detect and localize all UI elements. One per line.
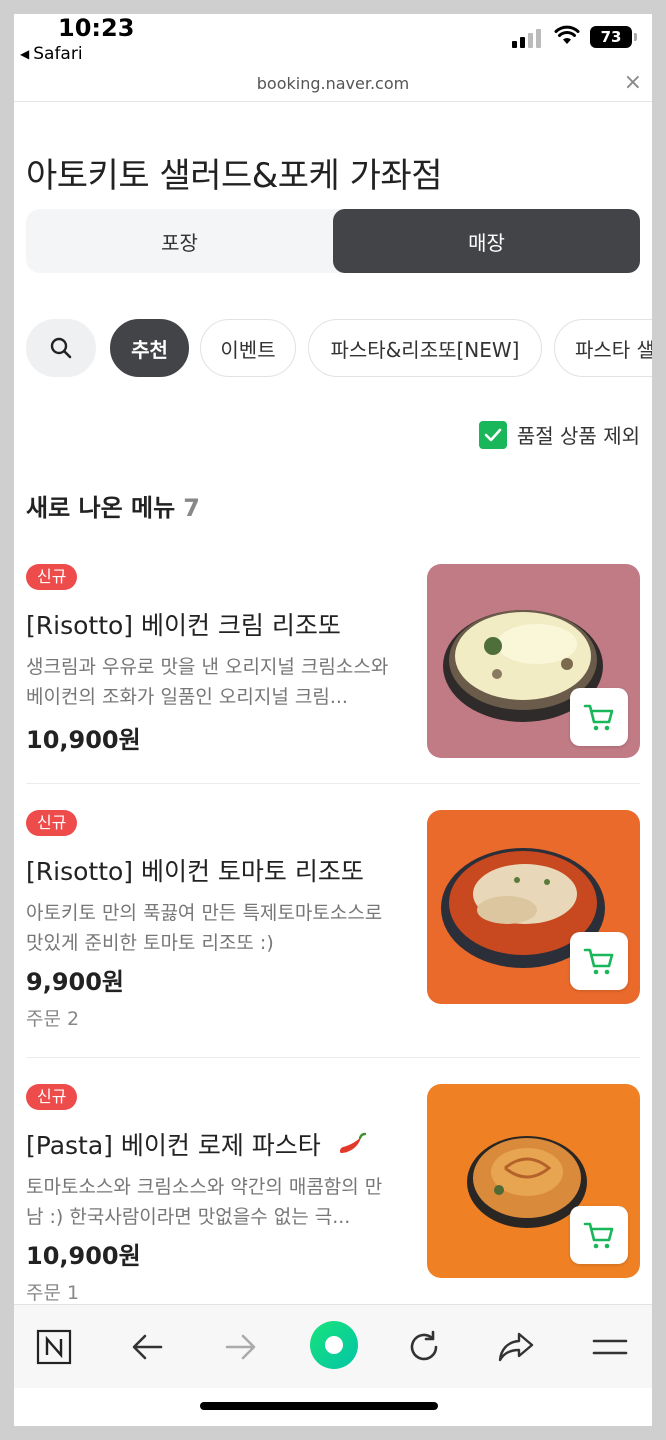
category-chip-pasta-salad[interactable]: 파스타 샐러드 bbox=[554, 319, 652, 377]
category-chip-pasta-risotto[interactable]: 파스타&리조또[NEW] bbox=[308, 319, 542, 377]
battery-level: 73 bbox=[600, 28, 622, 46]
menu-item-price: 10,900원 bbox=[26, 1242, 141, 1270]
naver-n-icon bbox=[36, 1329, 72, 1365]
naver-green-button-icon bbox=[310, 1321, 358, 1369]
menu-item[interactable]: 신규 [Risotto] 베이컨 토마토 리조또 아토키토 만의 푹끓여 만든 … bbox=[26, 810, 640, 1040]
category-chip-recommended[interactable]: 추천 bbox=[110, 319, 189, 377]
naver-home-button[interactable] bbox=[30, 1323, 78, 1371]
section-count: 7 bbox=[183, 494, 200, 522]
share-icon bbox=[498, 1332, 534, 1362]
add-to-cart-button[interactable] bbox=[570, 1206, 628, 1264]
menu-item-name-text: [Pasta] 베이컨 로제 파스타 bbox=[26, 1131, 321, 1160]
page-content: 아토키토 샐러드&포케 가좌점 포장 매장 추천 이벤트 파스타&리조또[NEW… bbox=[14, 102, 652, 1302]
exclude-sold-out-toggle[interactable]: 품절 상품 제외 bbox=[478, 420, 640, 449]
menu-item-description: 생크림과 우유로 맛을 낸 오리지널 크림소스와 베이컨의 조화가 일품인 오리… bbox=[26, 656, 389, 708]
browser-toolbar bbox=[14, 1304, 652, 1388]
checkbox-checked-icon[interactable] bbox=[478, 420, 507, 449]
menu-item-description: 토마토소스와 크림소스와 약간의 매콤함의 만남 :) 한국사람이라면 맛없을수… bbox=[26, 1176, 383, 1228]
category-chip-event[interactable]: 이벤트 bbox=[200, 319, 296, 377]
wifi-icon bbox=[554, 25, 580, 44]
new-badge: 신규 bbox=[26, 1084, 78, 1110]
new-badge: 신규 bbox=[26, 810, 78, 836]
back-arrow-icon bbox=[132, 1334, 163, 1360]
url-text[interactable]: booking.naver.com bbox=[14, 74, 652, 93]
divider bbox=[26, 783, 640, 784]
new-badge: 신규 bbox=[26, 564, 78, 590]
battery-icon: 73 bbox=[590, 26, 637, 48]
page-title: 아토키토 샐러드&포케 가좌점 bbox=[26, 156, 443, 196]
back-app-label: Safari bbox=[33, 44, 83, 64]
naver-green-button[interactable] bbox=[308, 1319, 360, 1371]
menu-item-order-count: 주문 1 bbox=[26, 1282, 80, 1302]
add-to-cart-button[interactable] bbox=[570, 688, 628, 746]
cellular-signal-icon bbox=[512, 28, 541, 48]
add-to-cart-button[interactable] bbox=[570, 932, 628, 990]
cart-icon bbox=[583, 704, 614, 731]
status-time: 10:23 bbox=[58, 14, 135, 42]
menu-item-description: 아토키토 만의 푹끓여 만든 특제토마토소스로 맛있게 준비한 토마토 리조또 … bbox=[26, 902, 383, 954]
search-icon bbox=[50, 337, 72, 359]
cart-icon bbox=[583, 1222, 614, 1249]
menu-item-order-count: 주문 2 bbox=[26, 1008, 80, 1030]
category-chips: 추천 이벤트 파스타&리조또[NEW] 파스타 샐러드 bbox=[26, 319, 652, 377]
close-icon[interactable]: × bbox=[624, 70, 642, 95]
order-type-toggle: 포장 매장 bbox=[26, 209, 640, 273]
menu-item[interactable]: 신규 [Pasta] 베이컨 로제 파스타 토마토소스와 크림소스와 약간의 매… bbox=[26, 1084, 640, 1302]
share-button[interactable] bbox=[492, 1323, 540, 1371]
section-title-text: 새로 나온 메뉴 bbox=[26, 494, 176, 522]
phone-screen: 10:23 ◀ Safari 73 booking.naver.com × 아토… bbox=[14, 14, 652, 1426]
dine-in-button[interactable]: 매장 bbox=[333, 209, 640, 273]
takeout-button[interactable]: 포장 bbox=[26, 209, 333, 273]
cart-icon bbox=[583, 948, 614, 975]
back-triangle-icon: ◀ bbox=[20, 47, 30, 61]
exclude-sold-out-label: 품절 상품 제외 bbox=[516, 424, 640, 448]
home-indicator[interactable] bbox=[200, 1402, 438, 1410]
menu-item-name: [Pasta] 베이컨 로제 파스타 bbox=[26, 1126, 367, 1162]
menu-item-name: [Risotto] 베이컨 크림 리조또 bbox=[26, 611, 341, 640]
menu-item-price: 10,900원 bbox=[26, 726, 141, 754]
status-bar: 10:23 ◀ Safari 73 bbox=[14, 14, 652, 70]
reload-button[interactable] bbox=[400, 1323, 448, 1371]
chili-pepper-icon bbox=[339, 1132, 366, 1153]
reload-icon bbox=[410, 1330, 438, 1361]
back-to-app-button[interactable]: ◀ Safari bbox=[20, 44, 83, 64]
menu-icon bbox=[592, 1339, 628, 1355]
search-button[interactable] bbox=[26, 319, 96, 377]
menu-item-name: [Risotto] 베이컨 토마토 리조또 bbox=[26, 857, 364, 886]
menu-button[interactable] bbox=[586, 1323, 634, 1371]
divider bbox=[26, 1057, 640, 1058]
menu-item-price: 9,900원 bbox=[26, 968, 124, 996]
forward-button[interactable] bbox=[216, 1323, 264, 1371]
menu-item[interactable]: 신규 [Risotto] 베이컨 크림 리조또 생크림과 우유로 맛을 낸 오리… bbox=[26, 564, 640, 758]
forward-arrow-icon bbox=[225, 1334, 256, 1360]
url-bar: booking.naver.com × bbox=[14, 70, 652, 102]
section-title: 새로 나온 메뉴 7 bbox=[26, 488, 200, 523]
back-button[interactable] bbox=[124, 1323, 172, 1371]
